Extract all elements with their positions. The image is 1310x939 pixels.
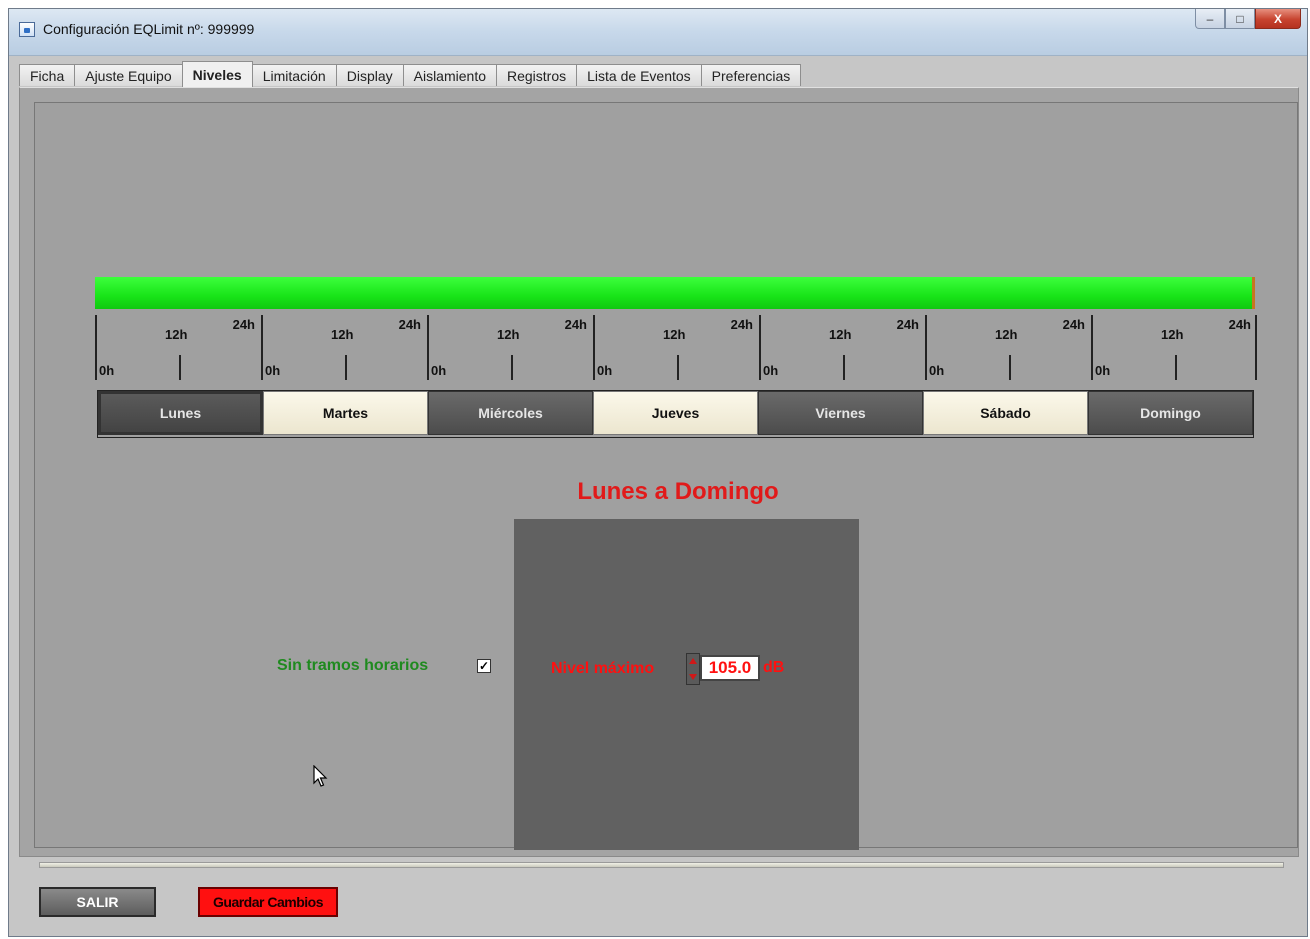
- title-bar: Configuración EQLimit nº: 999999 ‒ □ X: [9, 9, 1307, 56]
- ruler-label-12h: 12h: [829, 327, 852, 342]
- ruler-day: 0h 12h 24h: [759, 315, 925, 385]
- tab-display[interactable]: Display: [335, 64, 404, 86]
- ruler-tick-start: [261, 315, 263, 380]
- day-button-domingo[interactable]: Domingo: [1088, 391, 1253, 435]
- app-icon: [19, 22, 35, 37]
- ruler-tick-mid: [677, 355, 679, 380]
- tab-ajuste-equipo[interactable]: Ajuste Equipo: [74, 64, 183, 86]
- ruler-day: 0h 12h 24h: [95, 315, 261, 385]
- maximize-button[interactable]: □: [1225, 9, 1255, 29]
- ruler-label-0h: 0h: [265, 363, 281, 378]
- day-button-miercoles[interactable]: Miércoles: [428, 391, 593, 435]
- ruler-label-12h: 12h: [1161, 327, 1184, 342]
- progress-bar: [39, 862, 1284, 868]
- niveles-content: 0h 12h 24h 0h 12h 24h 0h 12h 24h 0h 12h …: [34, 102, 1298, 850]
- ruler-tick-mid: [179, 355, 181, 380]
- ruler-tick-mid: [511, 355, 513, 380]
- mouse-pointer-icon: [313, 765, 328, 787]
- nivel-maximo-spinner[interactable]: [686, 653, 700, 685]
- day-button-lunes[interactable]: Lunes: [98, 391, 263, 435]
- ruler-label-0h: 0h: [597, 363, 613, 378]
- ruler-tick-start: [1091, 315, 1093, 380]
- ruler-day: 0h 12h 24h: [925, 315, 1091, 385]
- nivel-maximo-label: Nivel máximo: [551, 660, 655, 677]
- ruler-label-12h: 12h: [331, 327, 354, 342]
- ruler-day: 0h 12h 24h: [593, 315, 759, 385]
- level-timeline-bar[interactable]: [95, 277, 1255, 309]
- salir-button[interactable]: SALIR: [39, 887, 156, 917]
- minimize-button[interactable]: ‒: [1195, 9, 1225, 29]
- ruler-label-0h: 0h: [431, 363, 447, 378]
- tab-lista-de-eventos[interactable]: Lista de Eventos: [576, 64, 702, 86]
- ruler-tick-start: [925, 315, 927, 380]
- ruler-label-12h: 12h: [995, 327, 1018, 342]
- ruler-label-0h: 0h: [1095, 363, 1111, 378]
- day-selector: Lunes Martes Miércoles Jueves Viernes Sá…: [97, 390, 1254, 438]
- ruler-tick-end: [1255, 315, 1257, 380]
- tab-strip: Ficha Ajuste Equipo Niveles Limitación D…: [19, 61, 802, 87]
- tab-niveles[interactable]: Niveles: [181, 61, 253, 87]
- tab-aislamiento[interactable]: Aislamiento: [402, 64, 497, 86]
- ruler-label-0h: 0h: [929, 363, 945, 378]
- day-button-viernes[interactable]: Viernes: [758, 391, 923, 435]
- ruler-label-12h: 12h: [663, 327, 686, 342]
- close-button[interactable]: X: [1255, 9, 1301, 29]
- tab-ficha[interactable]: Ficha: [19, 64, 76, 86]
- ruler-tick-mid: [345, 355, 347, 380]
- ruler-tick-mid: [1009, 355, 1011, 380]
- ruler-label-24h: 24h: [564, 317, 587, 332]
- ruler-label-24h: 24h: [896, 317, 919, 332]
- ruler-label-12h: 12h: [497, 327, 520, 342]
- tab-limitacion[interactable]: Limitación: [251, 64, 337, 86]
- ruler-label-0h: 0h: [763, 363, 779, 378]
- sin-tramos-checkbox[interactable]: ✓: [477, 659, 491, 673]
- nivel-unit: dB: [763, 659, 785, 676]
- ruler-label-24h: 24h: [1062, 317, 1085, 332]
- ruler-day: 0h 12h 24h: [427, 315, 593, 385]
- ruler-tick-start: [95, 315, 97, 380]
- time-ruler: 0h 12h 24h 0h 12h 24h 0h 12h 24h 0h 12h …: [95, 315, 1258, 385]
- spinner-down-icon[interactable]: [689, 674, 697, 680]
- window-title: Configuración EQLimit nº: 999999: [43, 21, 255, 37]
- ruler-label-24h: 24h: [232, 317, 255, 332]
- ruler-label-24h: 24h: [730, 317, 753, 332]
- tab-preferencias[interactable]: Preferencias: [700, 64, 802, 86]
- tab-registros[interactable]: Registros: [496, 64, 578, 86]
- window-controls: ‒ □ X: [1195, 9, 1301, 31]
- ruler-tick-mid: [843, 355, 845, 380]
- spinner-up-icon[interactable]: [689, 658, 697, 664]
- day-button-sabado[interactable]: Sábado: [923, 391, 1088, 435]
- guardar-cambios-button[interactable]: Guardar Cambios: [198, 887, 338, 917]
- day-button-martes[interactable]: Martes: [263, 391, 428, 435]
- sin-tramos-label: Sin tramos horarios: [277, 657, 429, 674]
- ruler-label-24h: 24h: [1228, 317, 1251, 332]
- ruler-day: 0h 12h 24h: [261, 315, 427, 385]
- ruler-tick-start: [593, 315, 595, 380]
- ruler-tick-mid: [1175, 355, 1177, 380]
- ruler-tick-start: [759, 315, 761, 380]
- ruler-tick-start: [427, 315, 429, 380]
- app-window: Configuración EQLimit nº: 999999 ‒ □ X F…: [8, 8, 1308, 937]
- ruler-label-12h: 12h: [165, 327, 188, 342]
- range-title: Lunes a Domingo: [577, 478, 779, 505]
- niveles-panel: 0h 12h 24h 0h 12h 24h 0h 12h 24h 0h 12h …: [19, 87, 1299, 857]
- day-button-jueves[interactable]: Jueves: [593, 391, 758, 435]
- nivel-maximo-input[interactable]: [700, 655, 760, 681]
- ruler-day: 0h 12h 24h: [1091, 315, 1257, 385]
- ruler-label-24h: 24h: [398, 317, 421, 332]
- ruler-label-0h: 0h: [99, 363, 115, 378]
